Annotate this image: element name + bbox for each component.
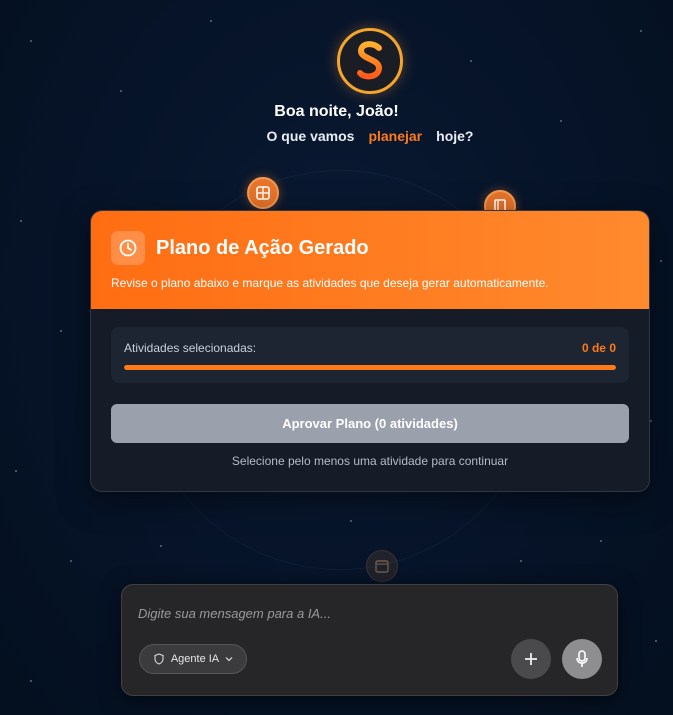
selection-progress-fill [124, 365, 616, 370]
app-logo [337, 28, 403, 94]
selection-summary: Atividades selecionadas: 0 de 0 [111, 327, 629, 383]
prompt-question: O que vamos planejar hoje? [0, 128, 673, 144]
plan-card: Plano de Ação Gerado Revise o plano abai… [90, 210, 650, 492]
question-highlight: planejar [368, 128, 423, 144]
plus-icon [525, 653, 537, 665]
shield-icon [154, 653, 164, 665]
question-suffix: hoje? [436, 128, 474, 144]
chevron-down-icon [225, 657, 233, 662]
agent-selector-button[interactable]: Agente IA [139, 644, 247, 674]
plan-card-header: Plano de Ação Gerado Revise o plano abai… [91, 211, 649, 309]
clock-icon [119, 239, 137, 257]
calendar-icon [375, 560, 389, 573]
logo-s-icon [357, 41, 383, 80]
microphone-icon [576, 650, 588, 667]
selected-label: Atividades selecionadas: [124, 341, 257, 355]
plan-card-title: Plano de Ação Gerado [156, 236, 369, 259]
orbit-node-dim[interactable] [366, 550, 398, 582]
message-input[interactable] [138, 603, 578, 623]
approve-hint: Selecione pelo menos uma atividade para … [231, 454, 509, 468]
selection-progress-bar [124, 365, 616, 370]
greeting-text: Boa noite, João! [274, 103, 399, 120]
message-composer: Agente IA [121, 584, 618, 696]
voice-input-button[interactable] [562, 639, 602, 679]
clock-icon-box [111, 231, 145, 265]
grid-icon [256, 186, 270, 200]
agent-selector-label: Agente IA [170, 653, 220, 665]
add-attachment-button[interactable] [511, 639, 551, 679]
plan-card-body: Atividades selecionadas: 0 de 0 Aprovar … [91, 309, 649, 486]
question-prefix: O que vamos [266, 128, 355, 144]
selected-count: 0 de 0 [581, 341, 616, 355]
approve-plan-button[interactable]: Aprovar Plano (0 atividades) [111, 404, 629, 443]
plan-card-description: Revise o plano abaixo e marque as ativid… [111, 276, 549, 290]
orbit-node-calendar[interactable] [247, 177, 279, 209]
